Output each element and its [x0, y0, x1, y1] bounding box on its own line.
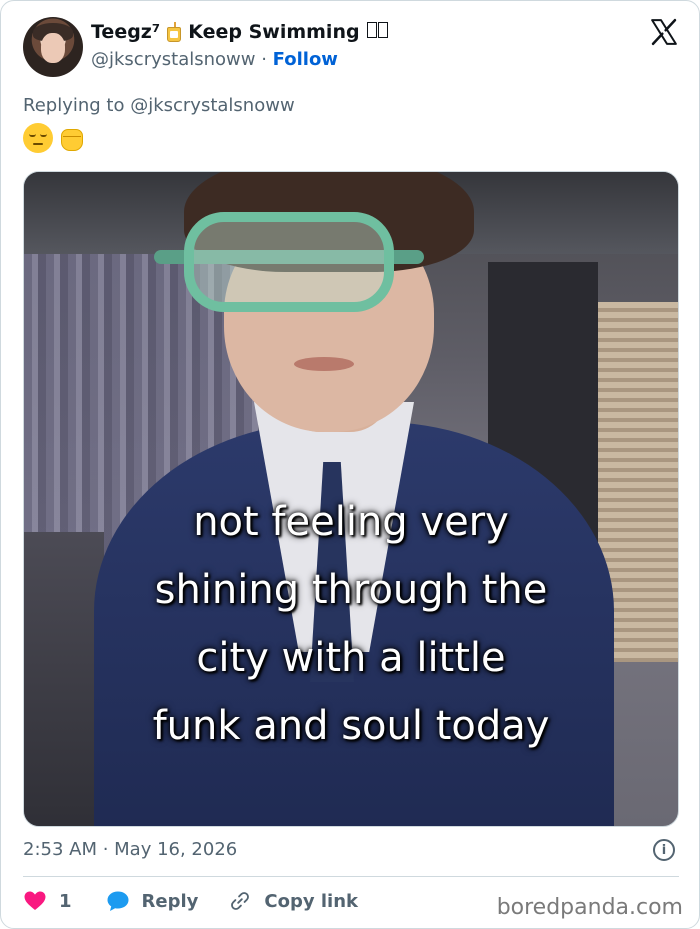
heart-icon	[24, 891, 46, 910]
x-logo-icon[interactable]	[649, 17, 679, 47]
missing-glyph-icon	[366, 21, 388, 43]
raised-fist-icon	[57, 123, 87, 153]
reply-label: Reply	[141, 890, 199, 912]
author-handle-row: @jkscrystalsnoww · Follow	[91, 49, 338, 70]
action-bar: 1 Reply Copy link	[23, 886, 358, 916]
caption-line: city with a little	[196, 635, 506, 681]
handle-separator: ·	[261, 49, 267, 70]
reply-bubble-icon	[107, 891, 129, 911]
caption-line: not feeling very	[193, 499, 509, 545]
tweet-timestamp[interactable]: 2:53 AM · May 16, 2026	[23, 839, 237, 860]
juice-box-icon	[166, 22, 182, 42]
divider	[23, 876, 679, 877]
caption-line: shining through the	[154, 567, 548, 613]
like-count: 1	[59, 890, 72, 912]
like-button[interactable]: 1	[23, 890, 72, 912]
tweet-header: Teegz⁷ Keep Swimming @jkscrystalsnoww · …	[23, 17, 683, 79]
author-name-row[interactable]: Teegz⁷ Keep Swimming	[91, 21, 388, 43]
author-display-name[interactable]: Teegz⁷	[91, 21, 160, 43]
reply-context[interactable]: Replying to @jkscrystalsnoww	[23, 95, 295, 116]
link-icon	[231, 892, 250, 910]
avatar[interactable]	[23, 17, 83, 77]
info-icon[interactable]: i	[653, 839, 675, 861]
caption-line: funk and soul today	[152, 703, 550, 749]
tweet-media-image[interactable]: not feeling very shining through the cit…	[23, 171, 679, 827]
copy-link-button[interactable]: Copy link	[228, 890, 358, 912]
author-handle[interactable]: @jkscrystalsnoww	[91, 49, 255, 70]
reply-button[interactable]: Reply	[106, 890, 199, 912]
media-caption: not feeling very shining through the cit…	[24, 488, 678, 760]
tweet-card: Teegz⁷ Keep Swimming @jkscrystalsnoww · …	[0, 0, 700, 929]
tweet-text	[23, 123, 87, 153]
follow-button[interactable]: Follow	[273, 49, 338, 70]
watermark: boredpanda.com	[496, 895, 683, 920]
pensive-face-icon	[23, 123, 53, 153]
author-name-suffix[interactable]: Keep Swimming	[188, 21, 359, 43]
copy-link-label: Copy link	[264, 890, 358, 912]
